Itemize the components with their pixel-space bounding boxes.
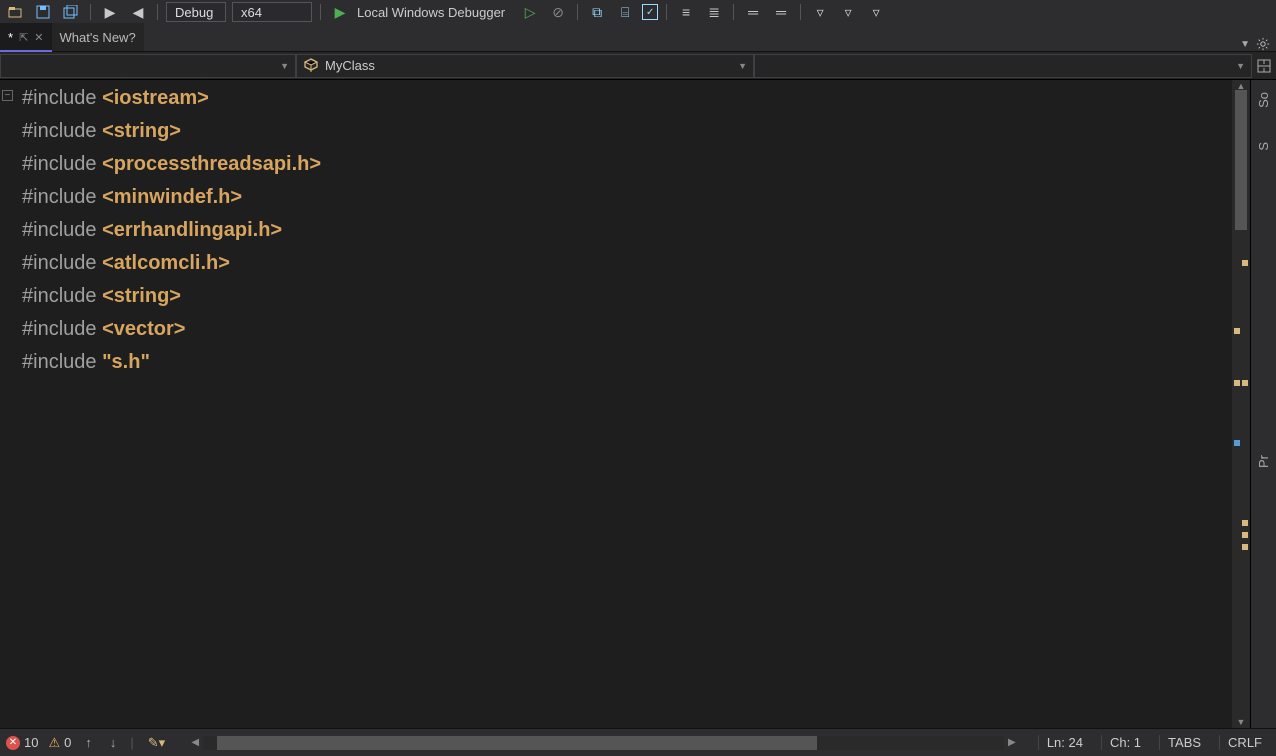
error-icon: ✕ — [6, 736, 20, 750]
chevron-down-icon: ▼ — [738, 61, 747, 71]
tool7-icon[interactable]: ═ — [770, 2, 792, 22]
status-line[interactable]: Ln: 24 — [1038, 735, 1091, 750]
split-editor-icon[interactable] — [1252, 54, 1276, 78]
scroll-right-icon[interactable]: ▶ — [1004, 737, 1020, 748]
hscroll-thumb[interactable] — [217, 736, 817, 750]
whats-new-tab[interactable]: What's New? — [52, 23, 144, 51]
toolbox-icon[interactable]: ⧉ — [586, 2, 608, 22]
code-nav-bar: ▼ MyClass ▼ ▼ — [0, 52, 1276, 80]
status-indent[interactable]: TABS — [1159, 735, 1209, 750]
chevron-down-icon: ▼ — [1236, 61, 1245, 71]
vertical-scrollbar[interactable]: ▲ ▼ — [1232, 80, 1250, 728]
active-file-tab[interactable]: * ⇱ ✕ — [0, 23, 52, 51]
right-tab-2[interactable]: Pr — [1254, 453, 1273, 470]
right-tab-0[interactable]: So — [1254, 90, 1273, 110]
next-issue-icon[interactable]: ↓ — [106, 735, 121, 750]
tab-overflow-icon[interactable]: ▼ — [1240, 39, 1250, 50]
member-dropdown[interactable]: ▼ — [754, 54, 1252, 78]
platform-dropdown[interactable]: x64 — [232, 2, 312, 22]
tool4-icon[interactable]: ≡ — [675, 2, 697, 22]
status-eol[interactable]: CRLF — [1219, 735, 1270, 750]
prev-issue-icon[interactable]: ↑ — [81, 735, 96, 750]
nav-back-icon[interactable]: ▶ — [99, 2, 121, 22]
chevron-down-icon: ▼ — [280, 61, 289, 71]
bookmark2-icon[interactable]: ▿ — [837, 2, 859, 22]
play-no-debug-icon[interactable]: ▷ — [519, 2, 541, 22]
main-toolbar: ▶ ▶ Debug x64 ▶ Local Windows Debugger ▷… — [0, 0, 1276, 24]
tab-label: What's New? — [60, 30, 136, 45]
scroll-thumb[interactable] — [1235, 90, 1247, 230]
save-icon[interactable] — [32, 2, 54, 22]
scroll-down-icon[interactable]: ▼ — [1232, 716, 1250, 728]
bookmark-icon[interactable]: ▿ — [809, 2, 831, 22]
brush-icon[interactable]: ✎▾ — [144, 735, 169, 751]
scroll-left-icon[interactable]: ◀ — [187, 737, 203, 748]
bookmark3-icon[interactable]: ▿ — [865, 2, 887, 22]
status-bar: ✕ 10 ⚠ 0 ↑ ↓ | ✎▾ ◀ ▶ Ln: 24 Ch: 1 TABS … — [0, 728, 1276, 756]
run-label[interactable]: Local Windows Debugger — [357, 5, 505, 20]
stop-icon[interactable]: ⊘ — [547, 2, 569, 22]
tool5-icon[interactable]: ≣ — [703, 2, 725, 22]
modified-indicator: * — [8, 30, 13, 45]
tool2-icon[interactable]: ⌸ — [614, 2, 636, 22]
close-tab-icon[interactable]: ✕ — [34, 31, 43, 44]
warning-count[interactable]: ⚠ 0 — [48, 735, 71, 751]
horizontal-scrollbar[interactable]: ◀ ▶ — [187, 736, 1020, 750]
nav-fwd-icon[interactable]: ▶ — [127, 2, 149, 22]
open-icon[interactable] — [4, 2, 26, 22]
right-panel-collapsed: So S Pr — [1250, 80, 1276, 728]
error-count[interactable]: ✕ 10 — [6, 735, 38, 750]
fold-toggle-icon[interactable]: − — [2, 90, 13, 101]
status-col[interactable]: Ch: 1 — [1101, 735, 1149, 750]
tool6-icon[interactable]: ═ — [742, 2, 764, 22]
code-area[interactable]: #include <iostream>#include <string>#inc… — [20, 80, 1232, 728]
fold-gutter[interactable]: − — [0, 80, 20, 728]
tab-settings-icon[interactable] — [1256, 37, 1270, 51]
class-icon — [303, 58, 319, 74]
right-tab-1[interactable]: S — [1254, 140, 1273, 153]
class-dropdown[interactable]: MyClass ▼ — [296, 54, 754, 78]
document-tab-bar: * ⇱ ✕ What's New? ▼ — [0, 24, 1276, 52]
tool3-icon[interactable]: ✓ — [642, 4, 658, 20]
warning-icon: ⚠ — [48, 735, 60, 751]
config-dropdown[interactable]: Debug — [166, 2, 226, 22]
pin-icon[interactable]: ⇱ — [19, 31, 28, 44]
code-editor[interactable]: − #include <iostream>#include <string>#i… — [0, 80, 1250, 728]
scope-dropdown[interactable]: ▼ — [0, 54, 296, 78]
play-icon[interactable]: ▶ — [329, 2, 351, 22]
save-all-icon[interactable] — [60, 2, 82, 22]
